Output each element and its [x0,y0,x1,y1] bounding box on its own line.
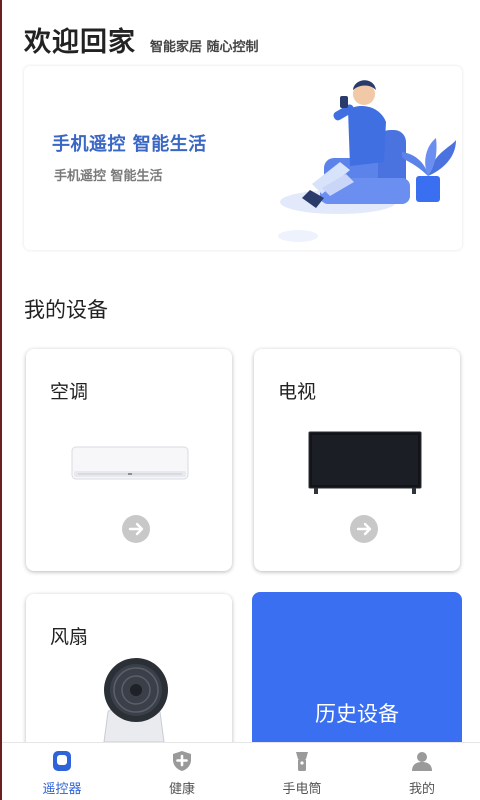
tab-profile[interactable]: 我的 [362,743,480,800]
device-card-television[interactable]: 电视 [254,349,460,571]
history-devices-label: 历史设备 [315,702,399,726]
electric-fan-image [103,658,168,743]
banner-tagline: 手机遥控 智能生活 [54,169,163,184]
profile-icon [410,749,434,773]
flashlight-icon [290,749,314,773]
page-title: 欢迎回家 [24,27,136,58]
app-screen: 欢迎回家 智能家居 随心控制 手机遥控 智能生活 手机遥控 智能生活 我的设备 … [0,0,480,800]
person-on-sofa-illustration [278,80,456,242]
header: 欢迎回家 智能家居 随心控制 [24,20,259,59]
device-name: 电视 [278,381,317,403]
page-subtitle: 智能家居 随心控制 [150,40,259,55]
device-name: 空调 [50,381,89,403]
television-image [308,431,422,494]
tab-label: 遥控器 [42,782,82,797]
tab-remote[interactable]: 遥控器 [2,743,122,800]
devices-section-title: 我的设备 [24,298,108,322]
bottom-tab-bar: 遥控器 健康 手电筒 我的 [2,742,480,800]
tab-health[interactable]: 健康 [122,743,242,800]
remote-icon [50,749,74,773]
device-name: 风扇 [50,626,89,648]
air-conditioner-image [71,446,189,480]
tab-label: 健康 [168,782,195,797]
arrow-right-icon[interactable] [122,515,150,543]
banner-headline: 手机遥控 智能生活 [52,134,207,155]
tab-label: 手电筒 [282,782,322,797]
health-shield-icon [170,749,194,773]
history-devices-button[interactable]: 历史设备 [252,592,462,762]
promo-banner[interactable]: 手机遥控 智能生活 手机遥控 智能生活 [24,66,462,250]
arrow-right-icon[interactable] [350,515,378,543]
device-card-air-conditioner[interactable]: 空调 [26,349,232,571]
tab-label: 我的 [408,782,435,797]
tab-flashlight[interactable]: 手电筒 [242,743,362,800]
